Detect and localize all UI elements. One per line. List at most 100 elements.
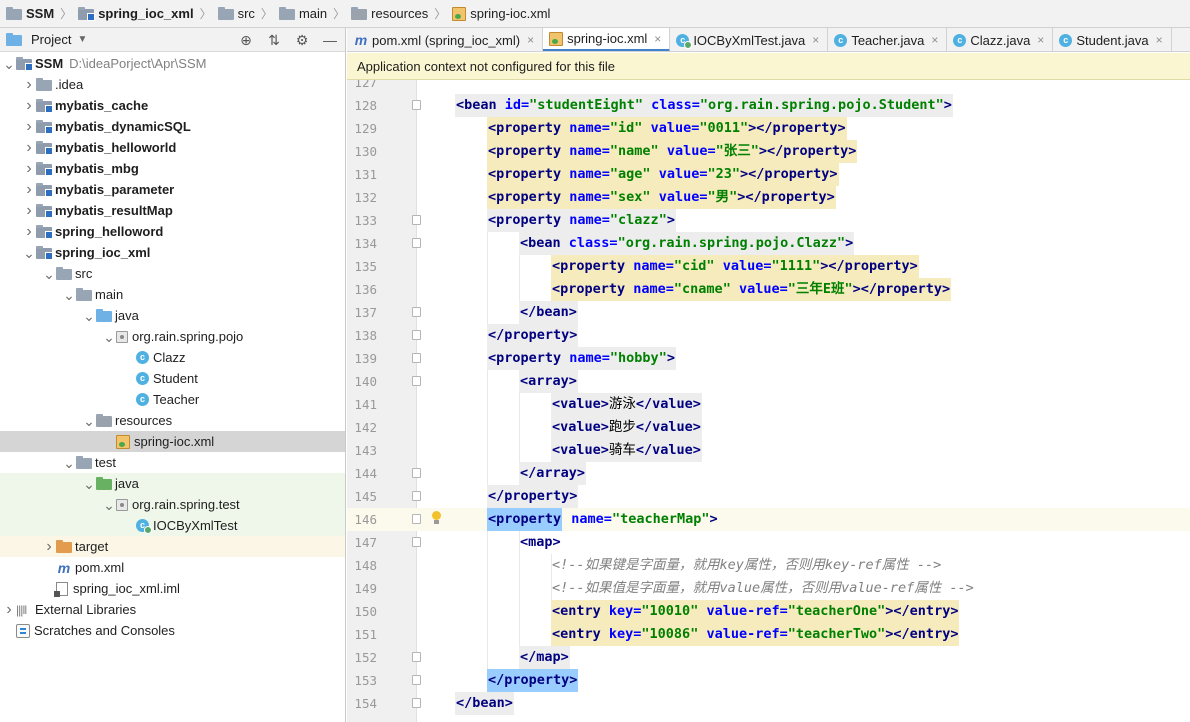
- tree-item--idea[interactable]: › .idea: [0, 74, 345, 95]
- module-folder-icon: [78, 7, 96, 21]
- code-token: "1111": [771, 258, 821, 274]
- expand-arrow-icon[interactable]: ⌄: [2, 57, 16, 71]
- close-icon[interactable]: ×: [1037, 33, 1044, 47]
- tree-item-clazz[interactable]: c Clazz: [0, 347, 345, 368]
- breadcrumb-label: spring-ioc.xml: [470, 6, 551, 21]
- expand-arrow-icon[interactable]: ⌄: [22, 246, 36, 260]
- fold-marker-icon[interactable]: [412, 514, 421, 524]
- breadcrumb-item[interactable]: spring-ioc.xml: [450, 0, 552, 27]
- tree-item-spring-ioc-xml-iml[interactable]: spring_ioc_xml.iml: [0, 578, 345, 599]
- breadcrumb-item[interactable]: spring_ioc_xml: [76, 0, 195, 27]
- fold-marker-icon[interactable]: [412, 537, 421, 547]
- fold-marker-icon[interactable]: [412, 675, 421, 685]
- code-token: <entry: [552, 626, 609, 642]
- tree-item-resources[interactable]: ⌄ resources: [0, 410, 345, 431]
- tree-item-scratches-and-consoles[interactable]: Scratches and Consoles: [0, 620, 345, 641]
- expand-arrow-icon[interactable]: ⌄: [82, 477, 96, 491]
- close-icon[interactable]: ×: [931, 33, 938, 47]
- tree-item-student[interactable]: c Student: [0, 368, 345, 389]
- fold-marker-icon[interactable]: [412, 238, 421, 248]
- breadcrumb-label: resources: [371, 6, 429, 21]
- fold-marker-icon[interactable]: [412, 652, 421, 662]
- close-icon[interactable]: ×: [527, 33, 534, 47]
- collapse-arrow-icon[interactable]: ›: [2, 601, 16, 619]
- expand-arrow-icon[interactable]: ⌄: [42, 267, 56, 281]
- collapse-arrow-icon[interactable]: ›: [22, 160, 36, 178]
- editor-tab[interactable]: c Teacher.java ×: [828, 28, 948, 51]
- tree-item-iocbyxmltest[interactable]: c IOCByXmlTest: [0, 515, 345, 536]
- intention-bulb-icon[interactable]: [431, 511, 442, 525]
- tree-item-test[interactable]: ⌄ test: [0, 452, 345, 473]
- collapse-arrow-icon[interactable]: ›: [42, 538, 56, 556]
- tree-item-mybatis-parameter[interactable]: › mybatis_parameter: [0, 179, 345, 200]
- tree-item-pom-xml[interactable]: m pom.xml: [0, 557, 345, 578]
- tree-item-org-rain-spring-pojo[interactable]: ⌄ org.rain.spring.pojo: [0, 326, 345, 347]
- collapse-arrow-icon[interactable]: ›: [22, 76, 36, 94]
- breadcrumb-item[interactable]: main: [277, 0, 329, 27]
- fold-marker-icon[interactable]: [412, 468, 421, 478]
- tree-item-external-libraries[interactable]: › |||‖ External Libraries: [0, 599, 345, 620]
- fold-marker-icon[interactable]: [412, 698, 421, 708]
- expand-arrow-icon[interactable]: ⌄: [62, 456, 76, 470]
- tree-item-ssm[interactable]: ⌄ SSM D:\ideaPorject\Apr\SSM: [0, 53, 345, 74]
- close-icon[interactable]: ×: [654, 32, 661, 46]
- code-span: <property name="clazz">: [487, 209, 676, 232]
- code-span: <map>: [519, 531, 562, 554]
- locate-file-icon[interactable]: ⊕: [235, 32, 257, 49]
- collapse-arrow-icon[interactable]: ›: [22, 223, 36, 241]
- hide-panel-icon[interactable]: —: [319, 32, 341, 48]
- code-token: value-ref=: [706, 603, 788, 619]
- fold-marker-icon[interactable]: [412, 376, 421, 386]
- collapse-arrow-icon[interactable]: ›: [22, 181, 36, 199]
- tree-item-mybatis-mbg[interactable]: › mybatis_mbg: [0, 158, 345, 179]
- collapse-arrow-icon[interactable]: ›: [22, 139, 36, 157]
- tree-item-mybatis-dynamicsql[interactable]: › mybatis_dynamicSQL: [0, 116, 345, 137]
- collapse-arrow-icon[interactable]: ›: [22, 118, 36, 136]
- fold-marker-icon[interactable]: [412, 215, 421, 225]
- fold-marker-icon[interactable]: [412, 100, 421, 110]
- breadcrumb-label: src: [237, 6, 255, 21]
- expand-arrow-icon[interactable]: ⌄: [102, 498, 116, 512]
- tree-item-spring-ioc-xml[interactable]: ⌄ spring_ioc_xml: [0, 242, 345, 263]
- fold-marker-icon[interactable]: [412, 330, 421, 340]
- code-token: <property: [488, 212, 570, 228]
- tree-item-teacher[interactable]: c Teacher: [0, 389, 345, 410]
- tree-item-spring-helloword[interactable]: › spring_helloword: [0, 221, 345, 242]
- expand-arrow-icon[interactable]: ⌄: [82, 414, 96, 428]
- chevron-down-icon[interactable]: ▼: [77, 34, 87, 45]
- tree-item-main[interactable]: ⌄ main: [0, 284, 345, 305]
- close-icon[interactable]: ×: [1156, 33, 1163, 47]
- expand-arrow-icon[interactable]: ⌄: [102, 330, 116, 344]
- collapse-all-icon[interactable]: ⇅: [263, 32, 285, 49]
- editor-tab[interactable]: m pom.xml (spring_ioc_xml) ×: [347, 28, 544, 51]
- tree-item-spring-ioc-xml[interactable]: spring-ioc.xml: [0, 431, 345, 452]
- breadcrumb-item[interactable]: src: [216, 0, 257, 27]
- tree-item-mybatis-helloworld[interactable]: › mybatis_helloworld: [0, 137, 345, 158]
- editor-tab[interactable]: c IOCByXmlTest.java ×: [670, 28, 829, 51]
- tree-item-src[interactable]: ⌄ src: [0, 263, 345, 284]
- close-icon[interactable]: ×: [812, 33, 819, 47]
- editor-tab[interactable]: c Student.java ×: [1053, 28, 1172, 51]
- tree-item-java[interactable]: ⌄ java: [0, 473, 345, 494]
- project-panel-title[interactable]: Project: [31, 32, 71, 47]
- editor-tab[interactable]: spring-ioc.xml ×: [543, 28, 671, 51]
- tree-item-java[interactable]: ⌄ java: [0, 305, 345, 326]
- expand-arrow-icon[interactable]: ⌄: [62, 288, 76, 302]
- fold-marker-icon[interactable]: [412, 307, 421, 317]
- fold-marker-icon[interactable]: [412, 353, 421, 363]
- editor-tab[interactable]: c Clazz.java ×: [947, 28, 1054, 51]
- code-editor[interactable]: 127 128 <bean id="studentEight" class="org…: [347, 80, 1190, 722]
- collapse-arrow-icon[interactable]: ›: [22, 97, 36, 115]
- breadcrumb-item[interactable]: SSM: [4, 0, 56, 27]
- expand-arrow-icon[interactable]: ⌄: [82, 309, 96, 323]
- code-text: <!--如果值是字面量，就用value属性，否则用value-ref属性 -->: [551, 577, 975, 600]
- code-token: <entry: [552, 603, 609, 619]
- collapse-arrow-icon[interactable]: ›: [22, 202, 36, 220]
- tree-item-mybatis-cache[interactable]: › mybatis_cache: [0, 95, 345, 116]
- breadcrumb-item[interactable]: resources: [349, 0, 430, 27]
- tree-item-target[interactable]: › target: [0, 536, 345, 557]
- gear-icon[interactable]: ⚙: [291, 32, 313, 49]
- tree-item-org-rain-spring-test[interactable]: ⌄ org.rain.spring.test: [0, 494, 345, 515]
- tree-item-mybatis-resultmap[interactable]: › mybatis_resultMap: [0, 200, 345, 221]
- fold-marker-icon[interactable]: [412, 491, 421, 501]
